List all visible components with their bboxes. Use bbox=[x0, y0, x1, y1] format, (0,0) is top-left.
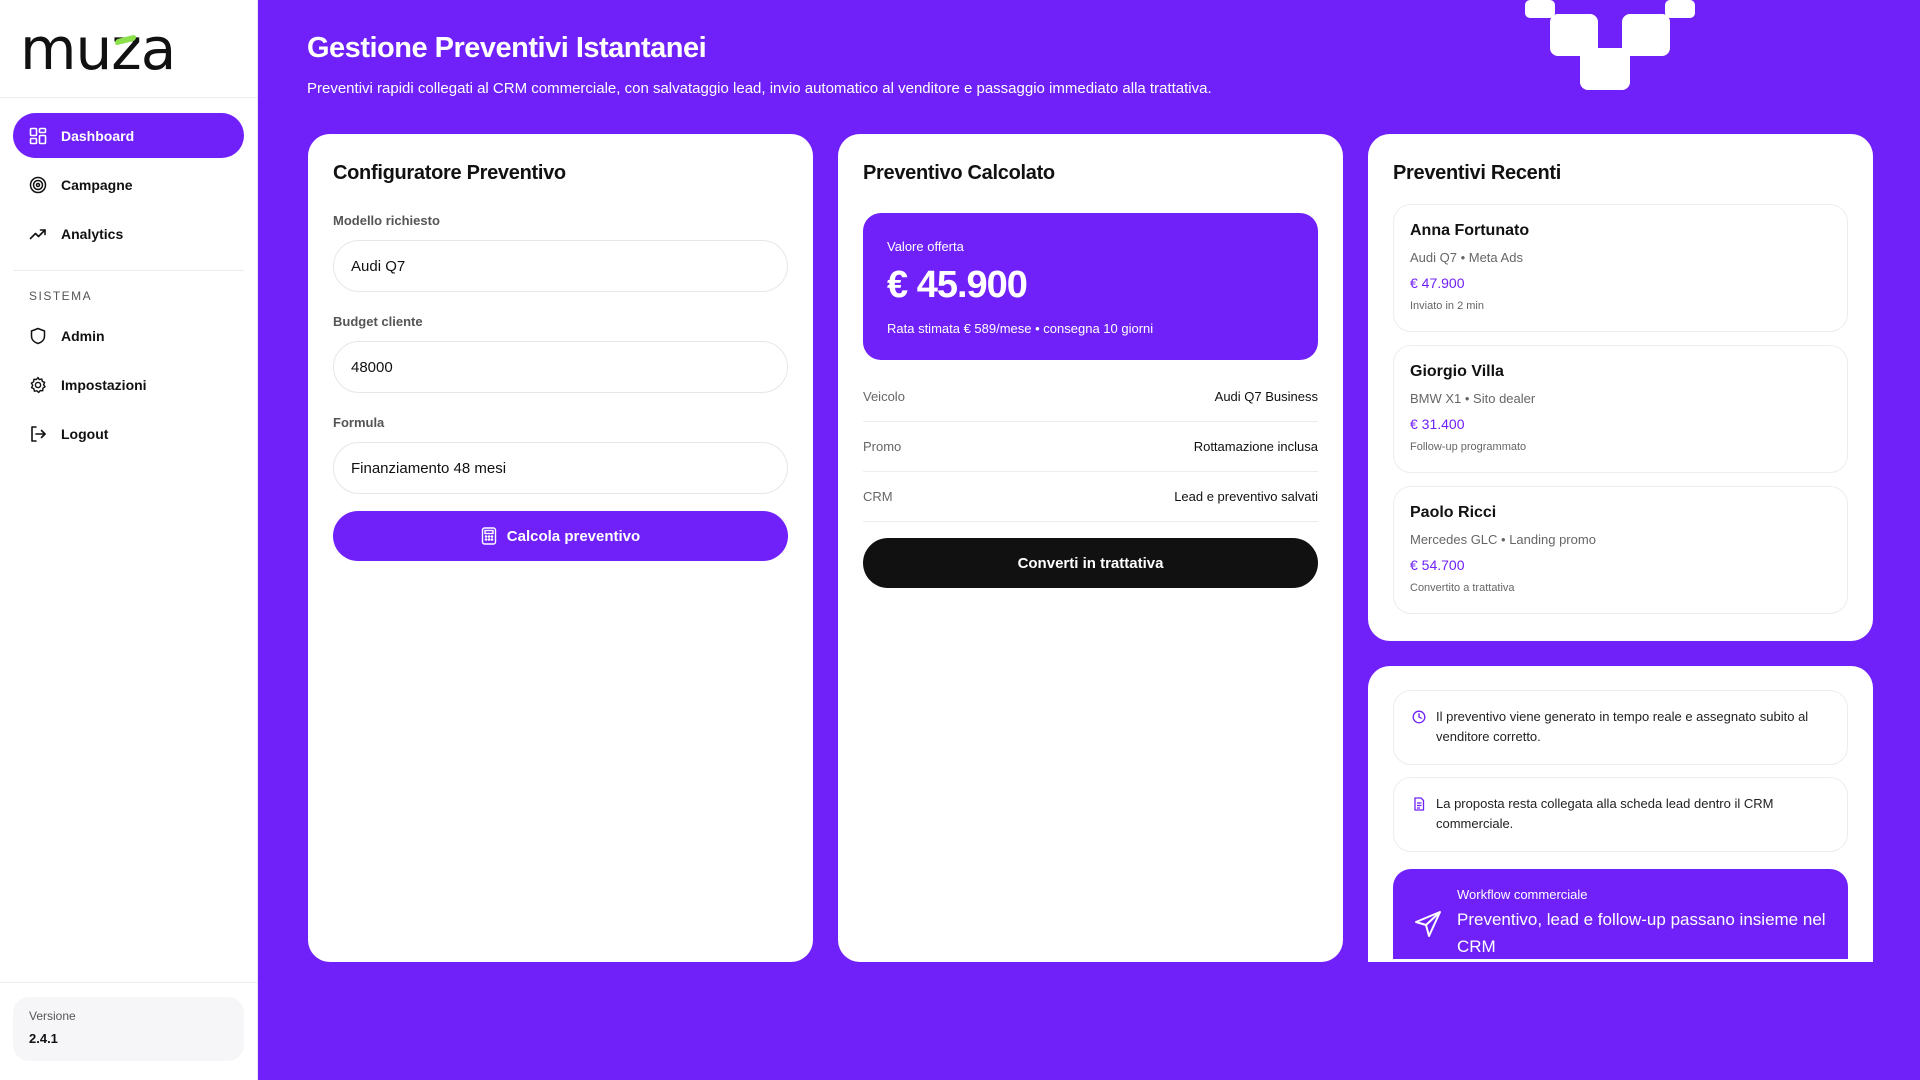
quote-price: € 54.700 bbox=[1410, 557, 1465, 573]
sidebar-item-label: Impostazioni bbox=[61, 376, 147, 393]
logout-icon bbox=[31, 425, 46, 442]
formula-select[interactable]: Finanziamento 48 mesi bbox=[333, 442, 788, 494]
convert-to-deal-button[interactable]: Converti in trattativa bbox=[863, 538, 1318, 588]
sidebar-item-label: Analytics bbox=[61, 225, 124, 242]
detail-key: Promo bbox=[863, 439, 902, 454]
budget-label: Budget cliente bbox=[333, 314, 423, 329]
gear-icon bbox=[30, 376, 46, 393]
page-subtitle: Preventivi rapidi collegati al CRM comme… bbox=[307, 80, 1212, 97]
version-box: Versione 2.4.1 bbox=[13, 997, 244, 1061]
sidebar-footer: Versione 2.4.1 bbox=[0, 982, 257, 1080]
quote-price: € 31.400 bbox=[1410, 416, 1465, 432]
sidebar-item-impostazioni[interactable]: Impostazioni bbox=[13, 362, 244, 407]
offer-rate: Rata stimata € 589/mese • consegna 10 gi… bbox=[887, 321, 1154, 336]
detail-value: Lead e preventivo salvati bbox=[1174, 489, 1318, 504]
model-input[interactable]: Audi Q7 bbox=[333, 240, 788, 292]
configurator-title: Configuratore Preventivo bbox=[333, 162, 566, 184]
dashboard-icon bbox=[29, 127, 47, 144]
main-nav: Dashboard Campagne Analytics bbox=[0, 98, 257, 256]
configurator-card: Configuratore Preventivo Modello richies… bbox=[308, 134, 813, 962]
detail-row-promo: Promo Rottamazione inclusa bbox=[863, 422, 1318, 472]
calculate-quote-button[interactable]: Calcola preventivo bbox=[333, 511, 788, 561]
quote-item[interactable]: Paolo Ricci Mercedes GLC • Landing promo… bbox=[1393, 486, 1848, 614]
detail-key: Veicolo bbox=[863, 389, 905, 404]
workflow-banner: Workflow commerciale Preventivo, lead e … bbox=[1393, 869, 1848, 959]
logo[interactable]: muza bbox=[0, 0, 257, 98]
clock-icon bbox=[1412, 710, 1426, 724]
quote-status: Convertito a trattativa bbox=[1410, 582, 1515, 594]
convert-to-deal-label: Converti in trattativa bbox=[1017, 554, 1164, 572]
formula-label: Formula bbox=[333, 415, 385, 430]
trend-up-icon bbox=[29, 228, 46, 239]
quote-item[interactable]: Anna Fortunato Audi Q7 • Meta Ads € 47.9… bbox=[1393, 204, 1848, 332]
quote-model: BMW X1 • Sito dealer bbox=[1410, 391, 1536, 406]
divider bbox=[13, 270, 244, 271]
info-note: Il preventivo viene generato in tempo re… bbox=[1393, 690, 1848, 765]
model-label: Modello richiesto bbox=[333, 213, 440, 228]
offer-box: Valore offerta € 45.900 Rata stimata € 5… bbox=[863, 213, 1318, 360]
sidebar-item-campagne[interactable]: Campagne bbox=[13, 162, 244, 207]
send-icon bbox=[1415, 911, 1441, 937]
quote-name: Anna Fortunato bbox=[1410, 222, 1530, 239]
info-note: La proposta resta collegata alla scheda … bbox=[1393, 777, 1848, 852]
detail-value: Rottamazione inclusa bbox=[1193, 439, 1318, 454]
workflow-label: Workflow commerciale bbox=[1457, 887, 1588, 902]
info-card: Il preventivo viene generato in tempo re… bbox=[1368, 666, 1873, 962]
sidebar-item-label: Admin bbox=[61, 327, 105, 344]
decorative-pixel-shape-icon bbox=[1525, 0, 1695, 90]
recent-quotes-card: Preventivi Recenti Anna Fortunato Audi Q… bbox=[1368, 134, 1873, 641]
sidebar-item-admin[interactable]: Admin bbox=[13, 313, 244, 358]
info-note-text: La proposta resta collegata alla scheda … bbox=[1436, 796, 1774, 831]
detail-row-vehicle: Veicolo Audi Q7 Business bbox=[863, 372, 1318, 422]
sidebar-item-analytics[interactable]: Analytics bbox=[13, 211, 244, 256]
quote-model: Audi Q7 • Meta Ads bbox=[1410, 250, 1523, 265]
sidebar: muza Dashboard Campagne Analytics SISTEM… bbox=[0, 0, 258, 1080]
offer-label: Valore offerta bbox=[887, 239, 964, 254]
model-value: Audi Q7 bbox=[351, 257, 406, 275]
recent-title: Preventivi Recenti bbox=[1393, 162, 1562, 184]
sidebar-item-label: Dashboard bbox=[61, 127, 135, 144]
sidebar-item-label: Campagne bbox=[61, 176, 133, 193]
quote-model: Mercedes GLC • Landing promo bbox=[1410, 532, 1596, 547]
detail-row-crm: CRM Lead e preventivo salvati bbox=[863, 472, 1318, 522]
budget-input[interactable]: 48000 bbox=[333, 341, 788, 393]
formula-value: Finanziamento 48 mesi bbox=[351, 459, 507, 477]
offer-value: € 45.900 bbox=[887, 264, 1028, 306]
quote-name: Giorgio Villa bbox=[1410, 363, 1504, 380]
sidebar-item-label: Logout bbox=[61, 425, 109, 442]
info-note-text: Il preventivo viene generato in tempo re… bbox=[1436, 709, 1809, 744]
budget-value: 48000 bbox=[351, 358, 393, 376]
calculated-quote-card: Preventivo Calcolato Valore offerta € 45… bbox=[838, 134, 1343, 962]
calculator-icon bbox=[481, 527, 496, 545]
section-label: SISTEMA bbox=[29, 289, 93, 303]
quote-status: Inviato in 2 min bbox=[1410, 300, 1484, 312]
target-icon bbox=[29, 176, 47, 193]
quote-status: Follow-up programmato bbox=[1410, 441, 1527, 453]
version-label: Versione bbox=[29, 1009, 76, 1023]
page-title: Gestione Preventivi Istantanei bbox=[307, 32, 707, 64]
calculate-quote-label: Calcola preventivo bbox=[506, 527, 641, 545]
sidebar-item-logout[interactable]: Logout bbox=[13, 411, 244, 456]
quote-details: Veicolo Audi Q7 Business Promo Rottamazi… bbox=[863, 372, 1318, 522]
quote-price: € 47.900 bbox=[1410, 275, 1465, 291]
system-nav: Admin Impostazioni Logout bbox=[0, 309, 257, 456]
calculated-title: Preventivo Calcolato bbox=[863, 162, 1055, 184]
document-icon bbox=[1414, 797, 1425, 811]
quote-item[interactable]: Giorgio Villa BMW X1 • Sito dealer € 31.… bbox=[1393, 345, 1848, 473]
detail-value: Audi Q7 Business bbox=[1214, 389, 1318, 404]
sidebar-item-dashboard[interactable]: Dashboard bbox=[13, 113, 244, 158]
version-value: 2.4.1 bbox=[29, 1031, 58, 1046]
quote-name: Paolo Ricci bbox=[1410, 504, 1497, 521]
shield-icon bbox=[30, 327, 46, 344]
detail-key: CRM bbox=[863, 489, 893, 504]
workflow-text: Preventivo, lead e follow-up passano ins… bbox=[1457, 910, 1826, 956]
